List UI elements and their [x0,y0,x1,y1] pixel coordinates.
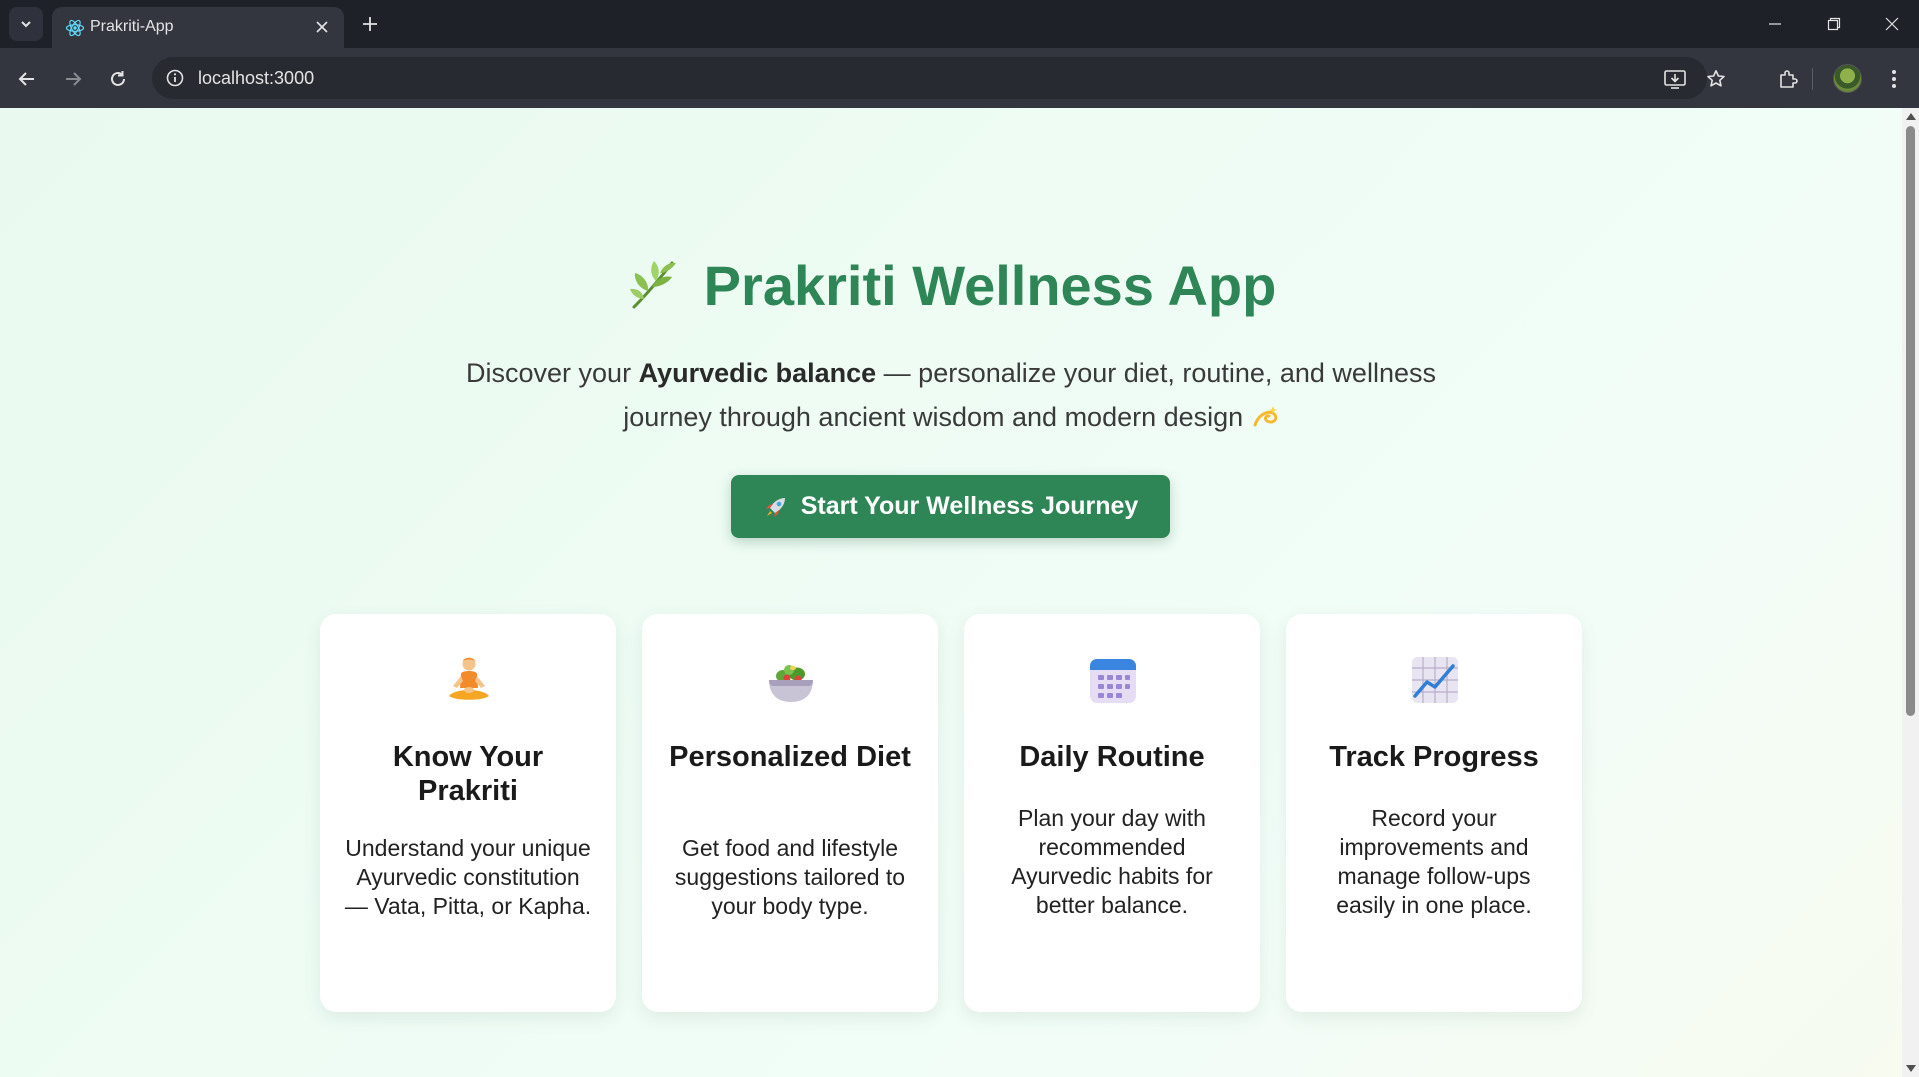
feature-card-diet: Personalized Diet Get food and lifestyle… [642,614,938,1012]
page-title: Prakriti Wellness App [0,253,1902,318]
dizzy-icon [1253,406,1277,427]
tab-search-button[interactable] [9,7,43,41]
react-icon [65,19,85,37]
back-button[interactable] [10,62,44,96]
feature-card-progress: Track Progress Record your improvements … [1286,614,1582,1012]
card-description: Record your improvements and manage foll… [1336,805,1532,918]
reload-icon [111,71,125,86]
profile-avatar[interactable] [1833,64,1862,93]
bookmark-button[interactable] [1702,65,1730,93]
meditation-icon [449,657,489,700]
card-description: Understand your unique Ayurvedic constit… [344,835,592,919]
minimize-window-button[interactable] [1755,4,1795,44]
rocket-icon [765,497,785,517]
close-window-button[interactable] [1872,4,1912,44]
info-icon [166,69,184,87]
start-journey-label: Start Your Wellness Journey [800,492,1139,520]
browser-tab[interactable]: Prakriti-App [52,7,344,48]
browser-menu-button[interactable] [1878,63,1910,95]
install-app-button[interactable] [1661,65,1689,93]
page-viewport: Prakriti Wellness App Discover your Ayur… [0,108,1919,1077]
scroll-up-button[interactable] [1905,110,1916,122]
browser-toolbar: localhost:3000 [0,48,1919,108]
tab-close-button[interactable] [310,15,334,39]
page-title-text: Prakriti Wellness App [703,254,1277,317]
close-icon [1885,17,1899,31]
reload-button[interactable] [101,62,135,96]
tab-title: Prakriti-App [90,18,174,35]
card-description: Get food and lifestyle suggestions tailo… [674,835,906,919]
puzzle-icon [1780,70,1798,88]
restore-window-button[interactable] [1814,4,1854,44]
minimize-icon [1769,23,1781,25]
toolbar-divider [1812,68,1813,90]
url-text: localhost:3000 [198,68,315,88]
caret-down-icon [1905,1065,1916,1072]
hero-subtitle: Discover your Ayurvedic balance — person… [440,351,1462,439]
restore-icon [1827,17,1841,31]
new-tab-button[interactable] [356,10,384,38]
card-title: Know Your Prakriti [392,741,544,807]
card-title: Daily Routine [1019,741,1205,773]
address-bar[interactable]: localhost:3000 [152,57,1725,99]
close-icon [316,21,328,33]
landing-page: Prakriti Wellness App Discover your Ayur… [0,108,1902,1077]
install-icon [1664,70,1686,89]
subtitle-emphasis: Ayurvedic balance [638,358,877,388]
scroll-down-button[interactable] [1905,1063,1916,1075]
subtitle-text-start: Discover your [466,358,639,388]
arrow-left-icon [18,72,34,86]
site-info-button[interactable] [162,65,188,91]
herb-icon [629,261,676,309]
card-title: Track Progress [1329,741,1539,773]
page-scrollbar[interactable] [1902,108,1919,1077]
extensions-button[interactable] [1772,63,1804,95]
calendar-icon [1090,659,1136,703]
star-icon [1707,70,1725,87]
more-vert-icon [1892,70,1896,88]
browser-tab-bar: Prakriti-App [0,0,1919,48]
card-description: Plan your day with recommended Ayurvedic… [1011,805,1213,918]
chart-increasing-icon [1412,657,1458,703]
plus-icon [363,17,377,31]
feature-card-prakriti: Know Your Prakriti Understand your uniqu… [320,614,616,1012]
scroll-thumb[interactable] [1906,126,1915,716]
caret-up-icon [1905,113,1916,120]
start-journey-button[interactable]: Start Your Wellness Journey [731,475,1170,538]
card-title: Personalized Diet [669,741,911,773]
feature-card-routine: Daily Routine Plan your day with recomme… [964,614,1260,1012]
salad-bowl-icon [769,665,813,702]
forward-button[interactable] [56,62,90,96]
chevron-down-icon [21,21,31,28]
arrow-right-icon [66,72,82,86]
